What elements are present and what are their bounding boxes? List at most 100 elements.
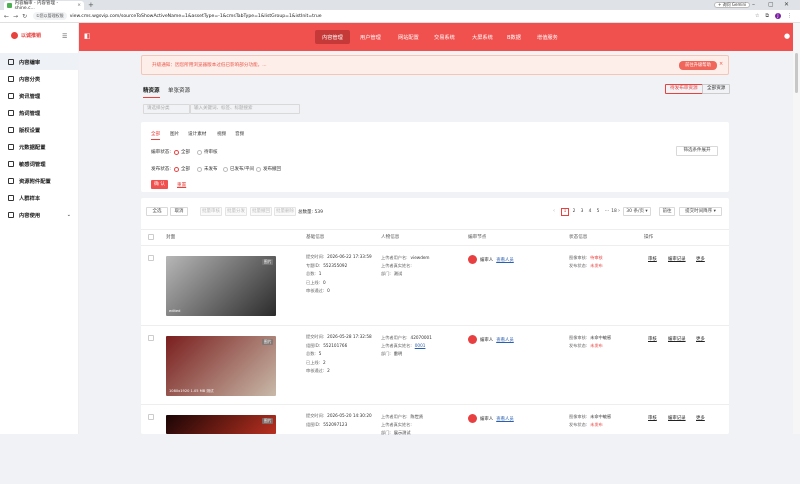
topnav-tab-2[interactable]: 网站配置 [391,30,426,44]
select-all-checkbox[interactable] [148,234,154,240]
reload-icon[interactable]: ↻ [22,13,27,20]
menu-item-audience[interactable]: 人群样本 [0,189,79,206]
field-value[interactable]: 0001 [415,343,426,348]
topnav-tab-5[interactable]: B数据 [500,30,528,44]
batch-button-1[interactable]: 批量分发 [225,207,247,216]
cover-image[interactable]: 图片 edited [166,256,276,316]
batch-button-3[interactable]: 批量删除 [274,207,296,216]
menu-item-label: 资源附件配置 [19,178,51,185]
back-icon[interactable]: ← [4,13,9,20]
batch-button-0[interactable]: 批量审核 [200,207,222,216]
all-resources-button[interactable]: 全部资源 [702,84,731,94]
row-checkbox[interactable] [148,255,154,261]
cancel-button[interactable]: 取消 [170,207,188,216]
page-0[interactable]: 1 [561,208,569,216]
cover-image[interactable]: 图片 1080x1920 1.05 MB 测试 [166,336,276,396]
review-link[interactable]: 审核 [648,415,657,421]
next-page-icon[interactable]: › [618,208,620,214]
tab-album-resources[interactable]: 精资源 [143,86,160,98]
reset-link[interactable]: 重置 [177,182,186,188]
topnav-tab-0[interactable]: 内容管理 [315,30,350,44]
menu-item-news[interactable]: 资讯管理 [0,87,79,104]
edit-status-radio-0[interactable]: 全部 [174,149,190,155]
maximize-icon[interactable]: ▢ [768,1,774,8]
expand-filters-button[interactable]: 筛选条件展开 [676,146,718,156]
star-icon[interactable]: ☆ [755,13,759,19]
topnav-tab-1[interactable]: 用户管理 [353,30,388,44]
page-size-select[interactable]: 30 条/页 ▾ [623,207,651,216]
search-input[interactable]: 输入关键词、标签、标题搜索 [190,104,300,114]
panel-toggle-icon[interactable]: ◧ [84,32,91,40]
page-4[interactable]: 5 [594,208,602,216]
prev-page-icon[interactable]: ‹ [553,208,555,214]
page-2[interactable]: 3 [578,208,586,216]
page-scrollbar[interactable] [793,23,800,434]
browser-tab[interactable]: 内容编审 - 内容管理 - shine.c... × [4,1,84,11]
more-link[interactable]: 更多 [696,256,705,262]
row-checkbox[interactable] [148,414,154,420]
upgrade-help-button[interactable]: 前往升级帮助 [679,61,717,70]
publish-status-radio-1[interactable]: 未发布 [197,166,218,172]
jump-button[interactable]: 前往 [659,207,675,216]
cover-image[interactable]: 图片 [166,415,276,434]
page-1[interactable]: 2 [570,208,578,216]
type-tab-0[interactable]: 全部 [151,131,161,140]
topnav-tab-4[interactable]: 大屏系统 [465,30,500,44]
publish-status-radio-2[interactable]: 已发布/平间 [223,166,254,172]
menu-item-copyright[interactable]: 版权设置 [0,121,79,138]
scrollbar-thumb[interactable] [795,53,798,93]
type-tab-3[interactable]: 视频 [217,131,226,137]
page-6[interactable]: 18 [610,208,618,216]
extensions-icon[interactable]: ⧉ [765,13,769,19]
review-log-link[interactable]: 编审记录 [668,336,686,342]
forward-icon[interactable]: → [13,13,18,20]
topnav-tab-6[interactable]: 增值服务 [530,30,565,44]
new-tab-icon[interactable]: + [88,1,94,9]
site-info-chip[interactable]: ①您以管理权限 [33,12,67,20]
pending-resources-button[interactable]: 待发布审资源 [665,84,703,94]
topnav-tab-3[interactable]: 交易系统 [427,30,462,44]
edit-status-radio-1[interactable]: 待审核 [197,149,218,155]
menu-item-attachments[interactable]: 资源附件配置 [0,172,79,189]
favicon-icon [7,3,12,8]
more-link[interactable]: 更多 [696,336,705,342]
review-log-link[interactable]: 编审记录 [668,256,686,262]
menu-icon[interactable]: ⋮ [787,13,792,19]
type-tab-4[interactable]: 音频 [235,131,244,137]
field-key: 审核通过: [306,368,325,373]
tab-single-resources[interactable]: 单张资源 [168,86,190,94]
url-field[interactable]: view.cms.wgsvip.com/sourceToShowActiveNa… [70,14,322,19]
menu-item-sensitive-words[interactable]: 敏感词管理 [0,155,79,172]
minimize-icon[interactable]: – [752,1,755,8]
menu-item-metadata[interactable]: 元数据配置 [0,138,79,155]
profile-avatar[interactable]: J [775,13,781,19]
more-link[interactable]: 更多 [696,415,705,421]
page-3[interactable]: 4 [586,208,594,216]
gemini-button[interactable]: + 询问 Gemini [714,2,751,8]
publish-status-radio-3[interactable]: 发布撤回 [256,166,281,172]
close-notice-icon[interactable]: × [719,61,723,67]
view-members-link[interactable]: 查看人员 [496,416,514,422]
close-window-icon[interactable]: ✕ [784,1,789,8]
select-all-button[interactable]: 全选 [146,207,168,216]
type-tab-2[interactable]: 设计素材 [188,131,206,137]
review-link[interactable]: 审核 [648,336,657,342]
review-log-link[interactable]: 编审记录 [668,415,686,421]
review-link[interactable]: 审核 [648,256,657,262]
view-members-link[interactable]: 查看人员 [496,257,514,263]
category-select[interactable]: 请选择分类 [143,104,190,114]
type-tab-1[interactable]: 图片 [170,131,179,137]
user-icon[interactable]: ● [784,32,790,40]
menu-item-content-review[interactable]: 内容编审 [0,53,79,70]
publish-status-radio-0[interactable]: 全部 [174,166,190,172]
menu-item-hot-words[interactable]: 热词管理 [0,104,79,121]
batch-button-2[interactable]: 批量撤回 [250,207,272,216]
menu-item-content-category[interactable]: 内容分类 [0,70,79,87]
view-members-link[interactable]: 查看人员 [496,337,514,343]
close-tab-icon[interactable]: × [77,3,81,8]
sort-select[interactable]: 提交时间降序 ▾ [679,207,722,216]
sidebar-toggle-icon[interactable]: ☰ [62,33,67,40]
menu-item-content-usage[interactable]: 内容使用 ⌄ [0,206,79,223]
confirm-button[interactable]: 确 认 [151,180,168,189]
row-checkbox[interactable] [148,335,154,341]
